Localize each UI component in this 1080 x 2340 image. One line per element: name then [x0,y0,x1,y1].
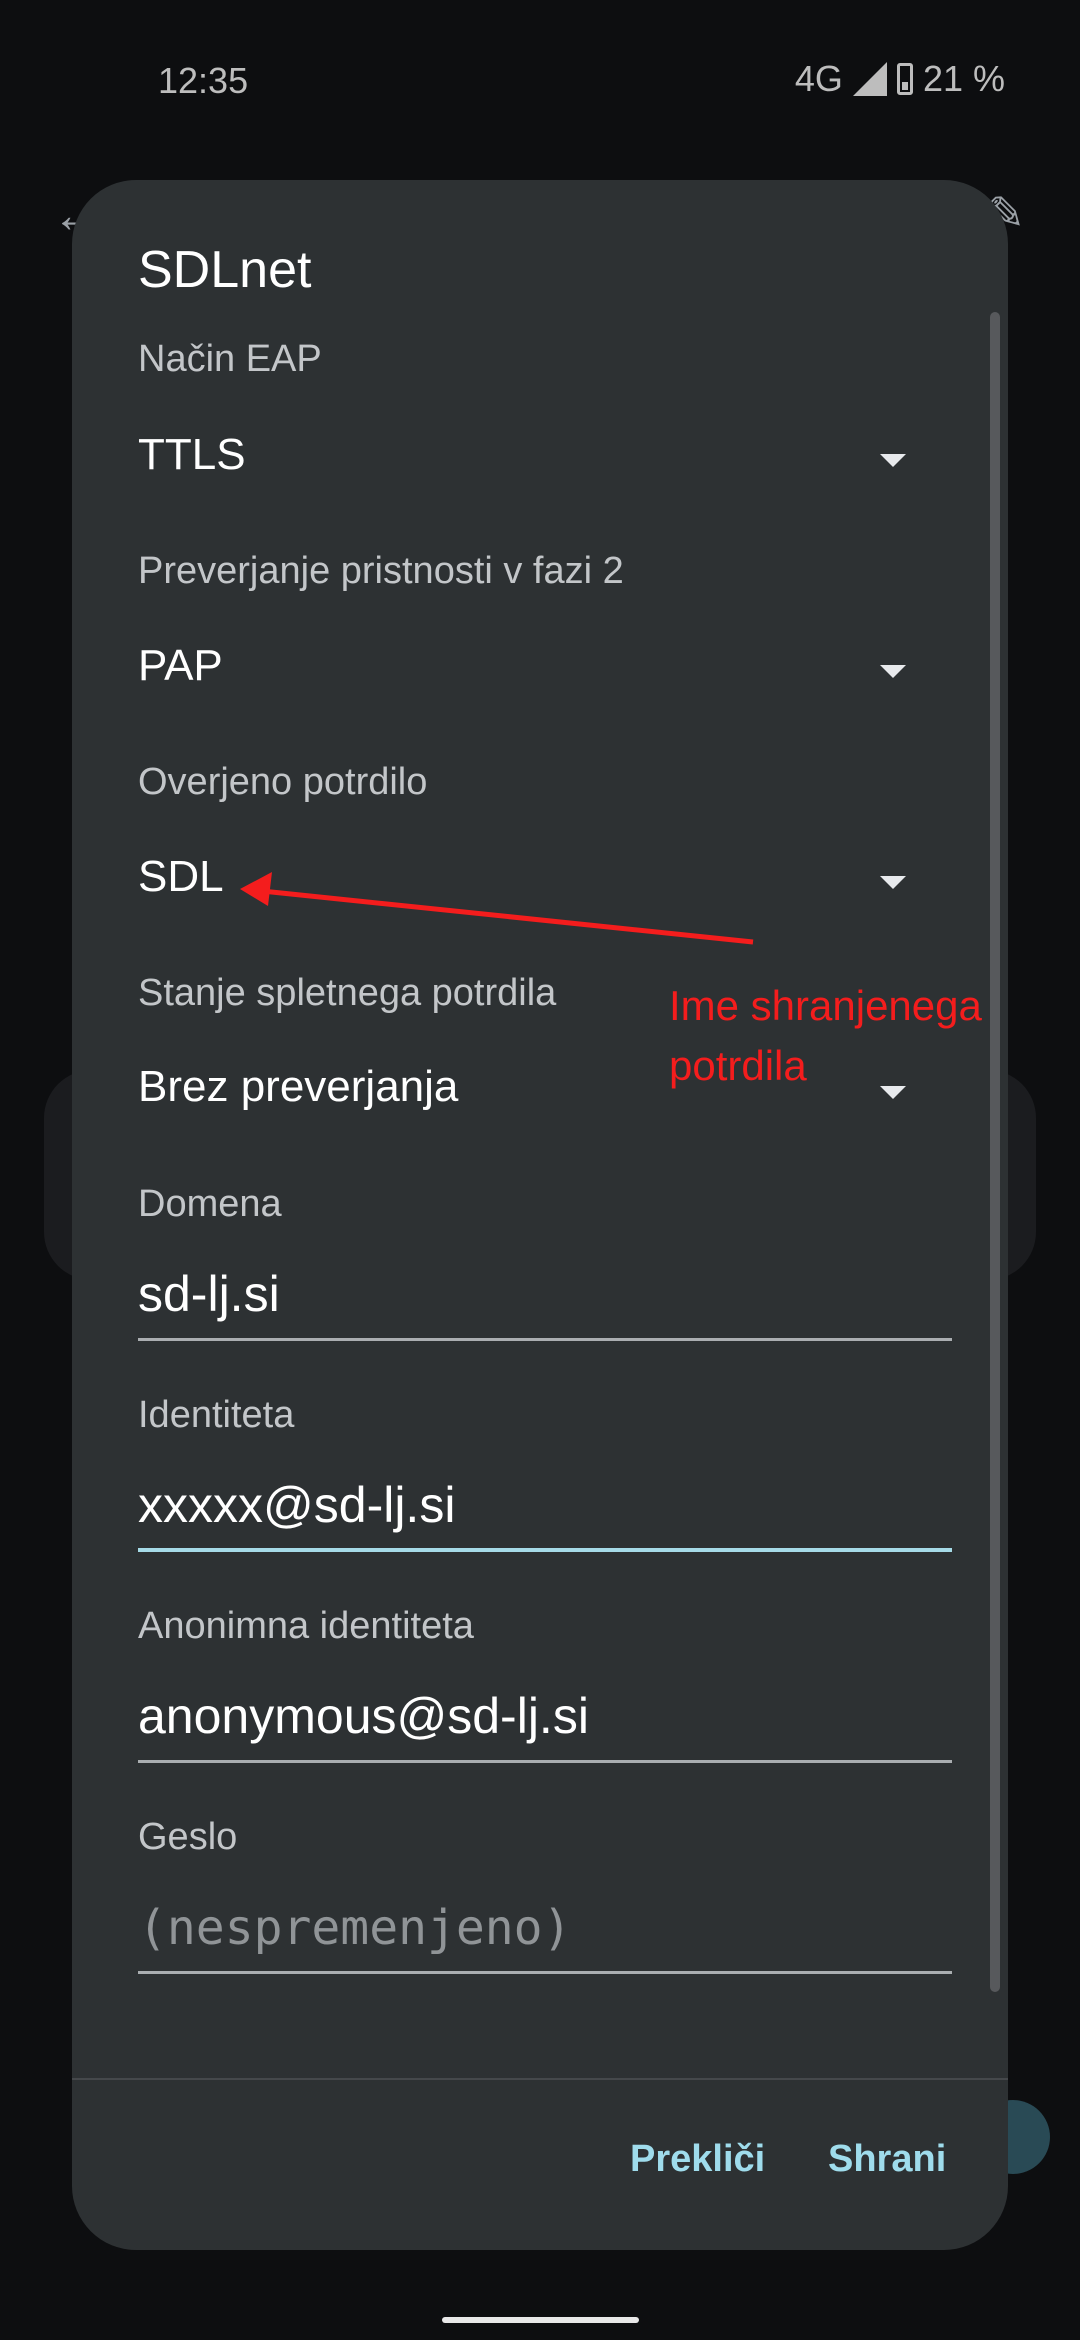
navigation-handle[interactable] [442,2317,639,2323]
annotation-line-1: Ime shranjenega [669,982,982,1029]
annotation-label: Ime shranjenega potrdila [669,976,982,1096]
annotation-arrow [240,872,754,945]
annotation-line-2: potrdila [669,1042,807,1089]
